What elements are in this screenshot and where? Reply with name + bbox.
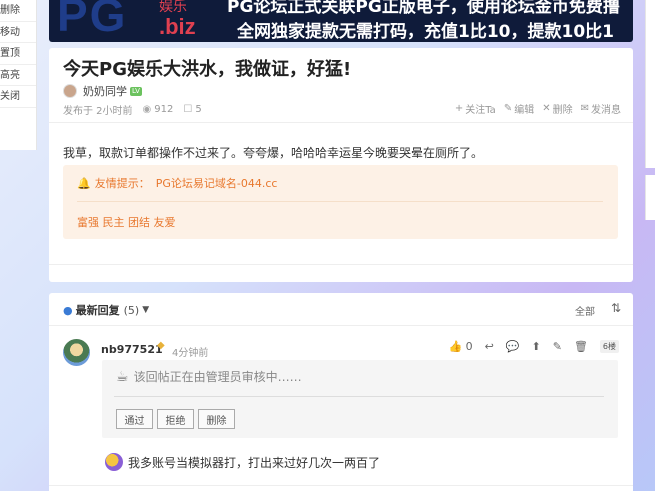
like-button[interactable]: 👍 0 [449,340,473,353]
author-name[interactable]: 奶奶同学 [83,83,127,99]
comment-count: 5 [195,104,202,115]
edit-label: 编辑 [514,105,535,116]
right-sidebar-panel-2 [645,175,655,220]
sub-reply: 我多账号当模拟器打，打出来过好几次一两百了 [105,453,380,471]
banner-logo: PG [57,0,128,41]
trash-icon[interactable]: 🗑 [574,340,588,353]
view-count: 912 [154,104,174,115]
filter-all[interactable]: 全部 [575,303,595,318]
level-badge: LV [130,86,142,96]
comment-icon[interactable]: 💬 [506,340,520,353]
message-label: 发消息 [591,105,621,116]
reply-username[interactable]: nb977521 [101,343,163,356]
follow-label: 关注Ta [465,105,496,116]
comment-icon: ☐ [183,104,193,115]
banner-logo-sub2: .biz [159,14,196,39]
review-message: ☕ 该回帖正在由管理员审核中…… [116,368,302,385]
message-button[interactable]: ✉ 发消息 [581,101,621,116]
arrow-up-icon[interactable]: ⬆ [532,340,541,353]
envelope-icon: ✉ [580,103,589,114]
floor-badge: 6楼 [599,340,619,353]
divider [114,396,604,397]
approve-button[interactable]: 通过 [116,409,153,429]
author-avatar[interactable] [63,84,77,98]
replies-card: ● 最新回复 (5) ▼ 全部 ⇅ nb977521 ◆ 4分钟前 👍 0 ↩ … [49,293,633,491]
chevron-down-icon: ▼ [142,305,150,315]
eye-icon: ◉ [142,104,152,115]
delete-button[interactable]: ✕ 删除 [542,101,572,116]
admin-side-menu: 删除 移动 置顶 高亮 关闭 [0,0,37,150]
author-row: 奶奶同学 LV [63,83,142,99]
thumbs-up-icon: 👍 [448,340,463,353]
review-box: ☕ 该回帖正在由管理员审核中…… 通过 拒绝 删除 [102,360,618,438]
post-body: 我草，取款订单都操作不过来了。夸夸爆，哈哈哈幸运星今晚要哭晕在厕所了。 [63,146,484,160]
replies-count: (5) [123,303,140,317]
notice-box: 🔔 友情提示： PG论坛易记域名-044.cc 富强 民主 团结 友爱 [63,165,618,239]
plus-icon: + [454,103,464,114]
banner-line-2: 全网独家提款无需打码，充值1比10，提款10比1 [237,22,614,42]
bell-icon: 🔔 [77,176,91,190]
review-buttons: 通过 拒绝 删除 [116,409,239,429]
divider [49,485,633,486]
notice-tip-label: 友情提示： [94,177,150,190]
coffee-icon: ☕ [116,368,129,385]
edit-icon: ✎ [503,103,513,114]
reply-time: 4分钟前 [172,348,209,359]
ad-banner[interactable]: PG 娱乐 .biz PG论坛正式关联PG正版电子，使用论坛金币免费撸 全网独家… [49,0,633,42]
post-title: 今天PG娱乐大洪水，我做证，好猛! [63,59,352,80]
divider [49,325,633,326]
menu-item-pin[interactable]: 置顶 [0,43,36,65]
chat-bubble-icon: ● [63,303,73,317]
follow-button[interactable]: + 关注Ta [455,101,496,116]
review-text: 该回帖正在由管理员审核中…… [133,370,302,384]
replies-header[interactable]: ● 最新回复 (5) ▼ [63,302,149,318]
notice-tip: 🔔 友情提示： PG论坛易记域名-044.cc [77,175,277,191]
avatar[interactable] [105,453,123,471]
post-meta: 发布于 2小时前 ◉ 912 ☐ 5 [63,102,202,117]
notice-divider [77,201,603,202]
edit-button[interactable]: ✎ 编辑 [504,101,534,116]
divider [49,264,633,265]
medal-icon: ◆ [157,340,165,351]
delete-label: 删除 [552,105,573,116]
like-count: 0 [465,340,473,353]
menu-item-move[interactable]: 移动 [0,22,36,43]
notice-tip-text[interactable]: PG论坛易记域名-044.cc [156,175,278,191]
delete-reply-button[interactable]: 删除 [198,409,235,429]
post-card: 今天PG娱乐大洪水，我做证，好猛! 奶奶同学 LV 发布于 2小时前 ◉ 912… [49,48,633,282]
reply-tools: 👍 0 ↩ 💬 ⬆ ✎ 🗑 6楼 [437,340,619,353]
replies-title: 最新回复 [75,304,120,317]
banner-line-1: PG论坛正式关联PG正版电子，使用论坛金币免费撸 [227,0,620,17]
divider [49,122,633,123]
sort-icon[interactable]: ⇅ [611,301,621,315]
reject-button[interactable]: 拒绝 [157,409,194,429]
edit-icon[interactable]: ✎ [553,340,562,353]
menu-item-close[interactable]: 关闭 [0,86,36,108]
close-icon: ✕ [542,103,551,114]
post-actions: + 关注Ta ✎ 编辑 ✕ 删除 ✉ 发消息 [447,101,621,116]
notice-tags: 富强 民主 团结 友爱 [77,216,176,229]
avatar[interactable] [63,339,90,366]
posted-time: 发布于 2小时前 [63,106,133,117]
sub-reply-text: 我多账号当模拟器打，打出来过好几次一两百了 [128,455,381,470]
menu-item-delete[interactable]: 删除 [0,0,36,22]
reply-arrow-icon[interactable]: ↩ [485,340,494,353]
right-sidebar-panel [645,0,655,168]
menu-item-highlight[interactable]: 高亮 [0,65,36,86]
